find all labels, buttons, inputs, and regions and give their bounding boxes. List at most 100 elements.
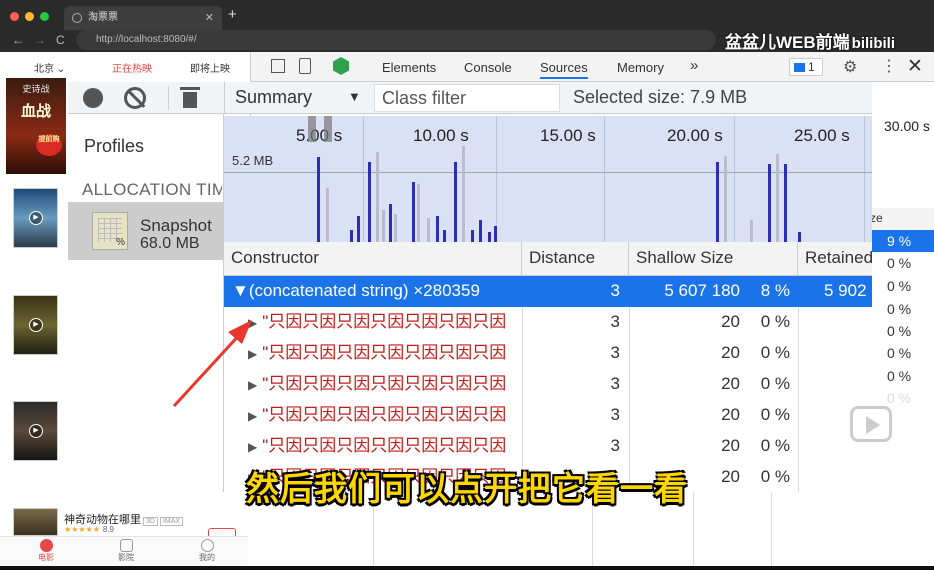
string-value: "只因只因只因只因只因只因只因 <box>262 436 507 455</box>
allocation-bar <box>494 226 497 242</box>
tab-elements[interactable]: Elements <box>382 60 436 75</box>
expand-arrow-icon[interactable]: ▶ <box>248 409 257 423</box>
constructor-cell: ▶ "只因只因只因只因只因只因只因 <box>248 307 520 338</box>
forward-button[interactable]: → <box>34 33 46 47</box>
timeline-tick: 5.00 s <box>296 126 343 145</box>
clear-profiles-button[interactable] <box>124 87 146 109</box>
shallow-pct-cell: 0 % <box>760 312 790 331</box>
timeline-tick: 30.00 s <box>884 118 930 134</box>
tab-memory[interactable]: Memory <box>617 60 664 75</box>
nav-movies[interactable]: 电影 <box>26 539 66 563</box>
close-tab-icon[interactable]: ✕ <box>205 6 214 30</box>
allocation-bar <box>724 156 727 242</box>
more-tabs-icon[interactable]: » <box>690 57 698 74</box>
inspect-element-icon[interactable] <box>271 59 285 73</box>
tab-sources[interactable]: Sources <box>540 60 588 79</box>
timeline-tick: 25.00 s <box>794 126 850 145</box>
column-header-shallow-size[interactable]: Shallow Size <box>629 242 798 276</box>
back-button[interactable]: ← <box>12 33 24 47</box>
distance-cell: 3 <box>610 281 620 300</box>
table-row-selected[interactable]: ▼(concatenated string) ×280359 3 5 607 1… <box>224 276 872 307</box>
heap-summary-grid: Constructor Distance Shallow Size Retain… <box>224 242 872 492</box>
string-value: "只因只因只因只因只因只因只因 <box>262 343 507 362</box>
table-row[interactable]: ▶ "只因只因只因只因只因只因只因 3 20 0 % <box>224 400 872 431</box>
tab-coming-soon[interactable]: 即将上映 <box>190 60 230 75</box>
vue-devtools-icon[interactable] <box>333 57 349 75</box>
allocation-bar <box>716 162 719 242</box>
tab-now-showing[interactable]: 正在热映 <box>112 60 152 75</box>
snapshot-item[interactable]: % Snapshot 68.0 MB <box>68 202 224 260</box>
tab-console[interactable]: Console <box>464 60 512 75</box>
timeline-tick: 15.00 s <box>540 126 596 145</box>
profiles-heading: Profiles <box>84 136 145 156</box>
more-options-icon[interactable]: ⋮ <box>881 56 897 76</box>
allocation-bar <box>317 157 320 242</box>
movie-poster[interactable]: ▶ <box>13 295 58 355</box>
column-header-distance[interactable]: Distance <box>522 242 629 276</box>
timeline-tick: 10.00 s <box>413 126 469 145</box>
address-bar[interactable]: http://localhost:8080/#/ <box>76 30 716 50</box>
reload-button[interactable]: C <box>56 33 65 47</box>
retained-pct: 0 % <box>887 255 912 271</box>
allocation-bar <box>479 220 482 242</box>
allocation-bar <box>443 230 446 242</box>
nav-cinemas[interactable]: 影院 <box>106 539 146 563</box>
nav-profile[interactable]: 我的 <box>187 539 227 563</box>
allocation-bar <box>427 218 430 242</box>
maximize-window-button[interactable] <box>40 12 49 21</box>
column-header-constructor[interactable]: Constructor <box>224 242 522 276</box>
movie-poster[interactable]: ▶ <box>13 401 58 461</box>
browser-chrome: 淘票票 ✕ + ← → C http://localhost:8080/#/ 盆… <box>0 0 934 52</box>
constructor-cell: ▶ "只因只因只因只因只因只因只因 <box>248 369 520 400</box>
allocation-timeline[interactable]: 5.00 s 10.00 s 15.00 s 20.00 s 25.00 s 5… <box>224 116 872 242</box>
gear-icon[interactable]: ⚙ <box>843 57 857 77</box>
featured-banner[interactable]: 史诗战 血战 提前购 <box>6 78 66 174</box>
trash-icon[interactable] <box>180 87 200 108</box>
retained-pct: 9 % <box>872 230 934 252</box>
allocation-bar <box>368 162 371 242</box>
distance-cell: 3 <box>610 436 620 455</box>
shallow-size-cell: 20 <box>721 374 740 393</box>
close-devtools-icon[interactable]: ✕ <box>907 55 923 78</box>
play-icon: ▶ <box>29 211 43 225</box>
play-icon: ▶ <box>29 424 43 438</box>
snapshot-name: Snapshot <box>140 216 212 235</box>
timeline-max-label: 5.2 MB <box>232 153 274 168</box>
browser-tab[interactable]: 淘票票 ✕ <box>64 6 222 30</box>
allocation-bar <box>768 164 771 242</box>
device-toolbar-icon[interactable] <box>299 58 311 74</box>
close-window-button[interactable] <box>10 12 19 21</box>
allocation-bar <box>382 210 385 242</box>
table-row[interactable]: ▶ "只因只因只因只因只因只因只因 3 20 0 % <box>224 369 872 400</box>
distance-cell: 3 <box>610 312 620 331</box>
new-tab-button[interactable]: + <box>228 6 237 23</box>
snapshot-size: 68.0 MB <box>140 235 200 252</box>
allocation-bar <box>357 216 360 242</box>
table-row[interactable]: ▶ "只因只因只因只因只因只因只因 3 20 0 % <box>224 431 872 462</box>
film-icon <box>39 539 53 552</box>
class-filter-input[interactable]: Class filter <box>374 84 560 112</box>
minimize-window-button[interactable] <box>25 12 34 21</box>
range-handle-left[interactable] <box>308 116 316 142</box>
message-icon <box>794 63 805 72</box>
city-selector[interactable]: 北京 ⌄ <box>34 60 65 75</box>
movie-poster[interactable]: ▶ <box>13 188 58 248</box>
chevron-down-icon[interactable]: ▼ <box>348 89 361 104</box>
allocation-bar <box>326 188 329 242</box>
range-handle-right[interactable] <box>324 116 332 142</box>
shallow-size-cell: 20 <box>721 405 740 424</box>
user-icon <box>200 539 214 552</box>
view-select[interactable]: Summary <box>235 87 312 108</box>
allocation-bar <box>436 216 439 242</box>
bilibili-logo: bilibili <box>851 35 896 52</box>
globe-icon <box>72 13 82 23</box>
shallow-size-cell: 20 <box>721 436 740 455</box>
record-button[interactable] <box>83 88 103 108</box>
table-row[interactable]: ▶ "只因只因只因只因只因只因只因 3 20 0 % <box>224 307 872 338</box>
table-row[interactable]: ▶ "只因只因只因只因只因只因只因 3 20 0 % <box>224 338 872 369</box>
issues-button[interactable]: 1 <box>789 58 823 76</box>
allocation-bar <box>488 232 491 242</box>
movie-poster[interactable] <box>13 508 58 536</box>
expand-arrow-icon[interactable]: ▶ <box>248 440 257 454</box>
column-header-retained-size[interactable]: Retained Size <box>798 242 872 276</box>
